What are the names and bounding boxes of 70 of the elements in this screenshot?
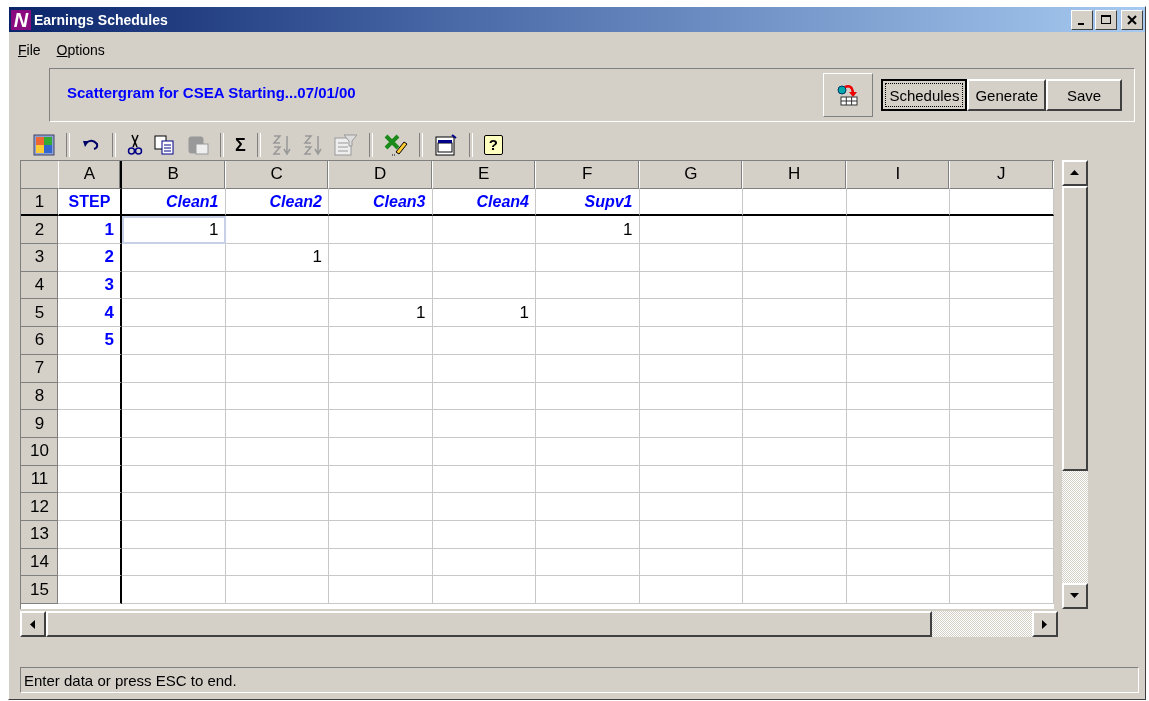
- row-header[interactable]: 2: [21, 216, 59, 245]
- status-bar: Enter data or press ESC to end.: [20, 667, 1139, 693]
- table-cell[interactable]: 1: [59, 216, 122, 245]
- row-header[interactable]: 9: [21, 410, 59, 438]
- column-header[interactable]: A: [59, 161, 122, 189]
- table-cell[interactable]: STEP: [59, 188, 122, 217]
- table-cell[interactable]: Clean3: [329, 188, 433, 217]
- row-header[interactable]: 7: [21, 354, 59, 383]
- row-header[interactable]: 12: [21, 493, 59, 521]
- row-header[interactable]: 10: [21, 437, 59, 466]
- column-header[interactable]: J: [950, 161, 1054, 189]
- app-logo: N: [11, 9, 31, 30]
- menu-item[interactable]: File: [18, 42, 41, 62]
- minimize-button[interactable]: [1071, 9, 1093, 30]
- row-header[interactable]: 13: [21, 520, 59, 549]
- up-arrow-icon: [1070, 170, 1079, 176]
- header-button[interactable]: Save: [1046, 79, 1122, 111]
- row-header[interactable]: 14: [21, 548, 59, 577]
- table-cell[interactable]: 1: [225, 244, 329, 272]
- table-cell[interactable]: 1: [329, 299, 433, 328]
- column-header[interactable]: I: [846, 161, 950, 189]
- table-cell[interactable]: 1: [122, 216, 226, 245]
- window-title: Earnings Schedules: [34, 11, 169, 28]
- column-header[interactable]: B: [122, 161, 226, 189]
- table-cell[interactable]: 1: [432, 299, 536, 328]
- menu-item[interactable]: Options: [56, 42, 105, 62]
- close-icon: [1127, 14, 1137, 25]
- maximize-button[interactable]: [1095, 9, 1117, 30]
- scroll-left-button[interactable]: [20, 611, 46, 637]
- table-cell[interactable]: Clean4: [432, 188, 536, 217]
- maximize-icon: [1101, 14, 1111, 25]
- table-cell[interactable]: Clean2: [225, 188, 329, 217]
- scroll-down-button[interactable]: [1061, 583, 1088, 609]
- table-cell[interactable]: 5: [59, 327, 122, 355]
- table-cell[interactable]: Supv1: [536, 188, 640, 217]
- table-import-button[interactable]: [823, 73, 874, 117]
- column-header[interactable]: E: [432, 161, 536, 189]
- down-arrow-icon: [1070, 593, 1079, 599]
- column-header[interactable]: F: [536, 161, 640, 189]
- grid-corner[interactable]: [21, 161, 59, 189]
- minimize-icon: [1077, 22, 1084, 25]
- row-header[interactable]: 5: [21, 299, 59, 328]
- row-header[interactable]: 1: [21, 188, 59, 217]
- left-arrow-icon: [30, 619, 36, 629]
- right-arrow-icon: [1042, 619, 1048, 629]
- sum-button[interactable]: Σ: [231, 131, 250, 159]
- close-button[interactable]: [1121, 9, 1143, 30]
- column-header[interactable]: D: [329, 161, 433, 189]
- schedule-title: Scattergram for CSEA Starting...07/01/00: [67, 83, 357, 101]
- table-cell[interactable]: 4: [59, 299, 122, 328]
- vertical-scrollbar[interactable]: [1061, 160, 1088, 609]
- scrollbar-thumb[interactable]: [1061, 186, 1088, 471]
- table-cell[interactable]: 1: [536, 216, 640, 245]
- row-header[interactable]: 3: [21, 244, 59, 272]
- column-header[interactable]: C: [225, 161, 329, 189]
- scroll-up-button[interactable]: [1061, 160, 1088, 186]
- table-cell[interactable]: 2: [59, 244, 122, 272]
- column-header[interactable]: G: [639, 161, 743, 189]
- header-button[interactable]: Schedules: [881, 79, 968, 111]
- table-cell[interactable]: Clean1: [122, 188, 226, 217]
- row-header[interactable]: 6: [21, 327, 59, 355]
- table-arrow-icon: [836, 83, 861, 107]
- row-header[interactable]: 4: [21, 271, 59, 300]
- row-header[interactable]: 15: [21, 576, 59, 604]
- scroll-right-button[interactable]: [1032, 611, 1058, 637]
- table-cell[interactable]: 3: [59, 271, 122, 300]
- row-header[interactable]: 11: [21, 465, 59, 494]
- column-header[interactable]: H: [743, 161, 847, 189]
- header-button[interactable]: Generate: [967, 79, 1046, 111]
- row-header[interactable]: 8: [21, 382, 59, 411]
